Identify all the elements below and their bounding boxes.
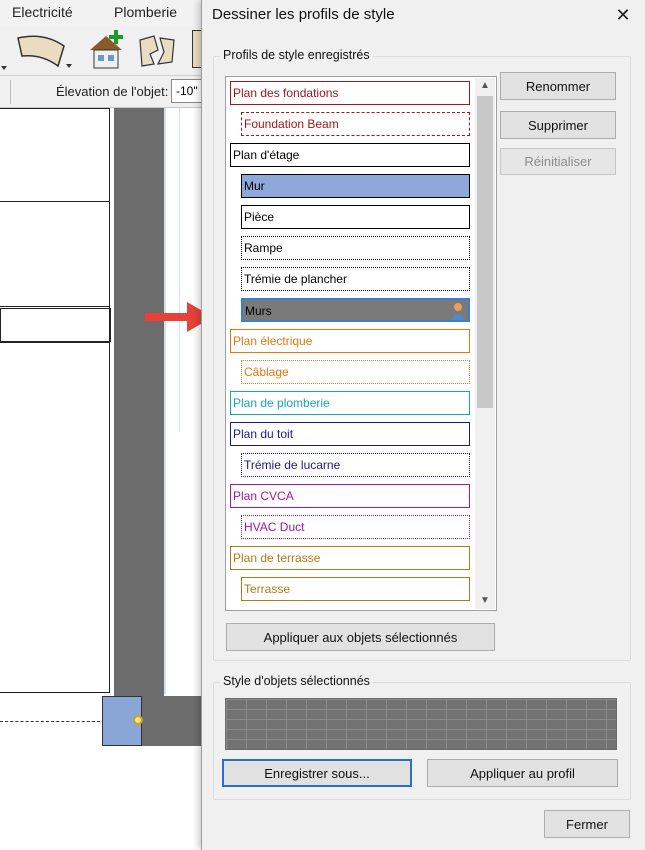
profile-label: Câblage xyxy=(244,365,289,379)
profile-item[interactable]: Plan CVCA xyxy=(230,484,470,508)
profile-item[interactable]: HVAC Duct xyxy=(241,515,470,539)
profile-label: Plan de plomberie xyxy=(233,396,330,410)
profile-label: Plan électrique xyxy=(233,334,313,348)
profile-item[interactable]: Trémie de lucarne xyxy=(241,453,470,477)
profile-item[interactable]: Terrasse xyxy=(241,577,470,601)
plan-line xyxy=(0,306,110,307)
toolbar xyxy=(0,26,210,76)
curved-wall-tool-icon[interactable] xyxy=(14,30,74,74)
apply-to-selected-button[interactable]: Appliquer aux objets sélectionnés xyxy=(226,623,495,651)
style-preview xyxy=(225,698,617,750)
scroll-down-icon[interactable]: ▼ xyxy=(475,593,495,609)
add-building-icon[interactable] xyxy=(84,28,132,74)
rename-button[interactable]: Renommer xyxy=(500,72,616,100)
profile-item[interactable]: Plan électrique xyxy=(230,329,470,353)
profile-item[interactable]: Plan de plomberie xyxy=(230,391,470,415)
guide-line xyxy=(96,108,180,432)
profile-label: Foundation Beam xyxy=(244,117,339,131)
profile-item[interactable]: Mur xyxy=(241,174,470,198)
apply-to-profile-button[interactable]: Appliquer au profil xyxy=(427,759,618,787)
profile-item[interactable]: Plan des fondations xyxy=(230,81,470,105)
plan-line xyxy=(0,692,110,693)
plan-line xyxy=(0,201,110,202)
selected-style-title: Style d'objets sélectionnés xyxy=(220,674,373,688)
person-icon xyxy=(451,303,465,320)
plan-line xyxy=(0,342,110,343)
profile-label: Plan des fondations xyxy=(233,86,339,100)
reset-button[interactable]: Réinitialiser xyxy=(500,148,616,175)
profile-item[interactable]: Câblage xyxy=(241,360,470,384)
profile-item[interactable]: Plan du toit xyxy=(230,422,470,446)
scroll-thumb[interactable] xyxy=(477,96,493,408)
dimension-line xyxy=(0,721,100,722)
profile-item[interactable]: Pièce xyxy=(241,205,470,229)
scroll-up-icon[interactable]: ▲ xyxy=(475,78,495,94)
profile-label: Mur xyxy=(244,179,265,193)
profile-item[interactable]: Rampe xyxy=(241,236,470,260)
profile-label: Plan de terrasse xyxy=(233,551,321,565)
profile-label: Trémie de plancher xyxy=(244,272,347,286)
elevation-label: Élevation de l'objet: xyxy=(56,84,169,99)
plan-rect xyxy=(0,308,111,342)
profile-item[interactable]: Plan de terrasse xyxy=(230,546,470,570)
profile-label: Murs xyxy=(245,304,272,318)
handle-icon[interactable] xyxy=(133,715,143,725)
separator xyxy=(10,80,11,104)
profile-item[interactable]: Murs xyxy=(241,298,470,322)
profile-label: Plan CVCA xyxy=(233,489,294,503)
menu-electricite[interactable]: Electricité xyxy=(12,4,73,20)
dropdown-arrow-icon[interactable] xyxy=(0,32,12,76)
profile-label: Trémie de lucarne xyxy=(244,458,341,472)
profile-item[interactable]: Trémie de plancher xyxy=(241,267,470,291)
profiles-list[interactable]: Plan des fondations Foundation Beam Plan d… xyxy=(225,76,497,611)
list-scrollbar[interactable]: ▲ ▼ xyxy=(475,78,495,609)
style-profiles-dialog: Dessiner les profils de style ✕ Profils … xyxy=(201,0,645,850)
drawing-canvas[interactable] xyxy=(0,108,210,850)
profile-label: Terrasse xyxy=(244,582,291,596)
menu-bar: Electricité Plomberie xyxy=(0,0,210,26)
profile-item[interactable]: Foundation Beam xyxy=(241,112,470,136)
save-as-button[interactable]: Enregistrer sous... xyxy=(222,759,412,787)
profile-label: Rampe xyxy=(244,241,283,255)
dialog-title: Dessiner les profils de style xyxy=(212,6,395,23)
close-button[interactable]: Fermer xyxy=(544,810,630,838)
menu-plomberie[interactable]: Plomberie xyxy=(114,4,177,20)
break-wall-icon[interactable] xyxy=(136,30,180,74)
profile-label: Pièce xyxy=(244,210,275,224)
delete-button[interactable]: Supprimer xyxy=(500,111,616,139)
profile-label: HVAC Duct xyxy=(244,520,305,534)
property-bar: Élevation de l'objet: xyxy=(0,76,211,108)
plan-line xyxy=(0,108,110,109)
profile-label: Plan du toit xyxy=(233,427,294,441)
close-icon[interactable]: ✕ xyxy=(609,2,637,28)
profile-item[interactable]: Plan d'étage xyxy=(230,143,470,167)
profile-label: Plan d'étage xyxy=(233,148,300,162)
saved-profiles-title: Profils de style enregistrés xyxy=(220,48,373,62)
